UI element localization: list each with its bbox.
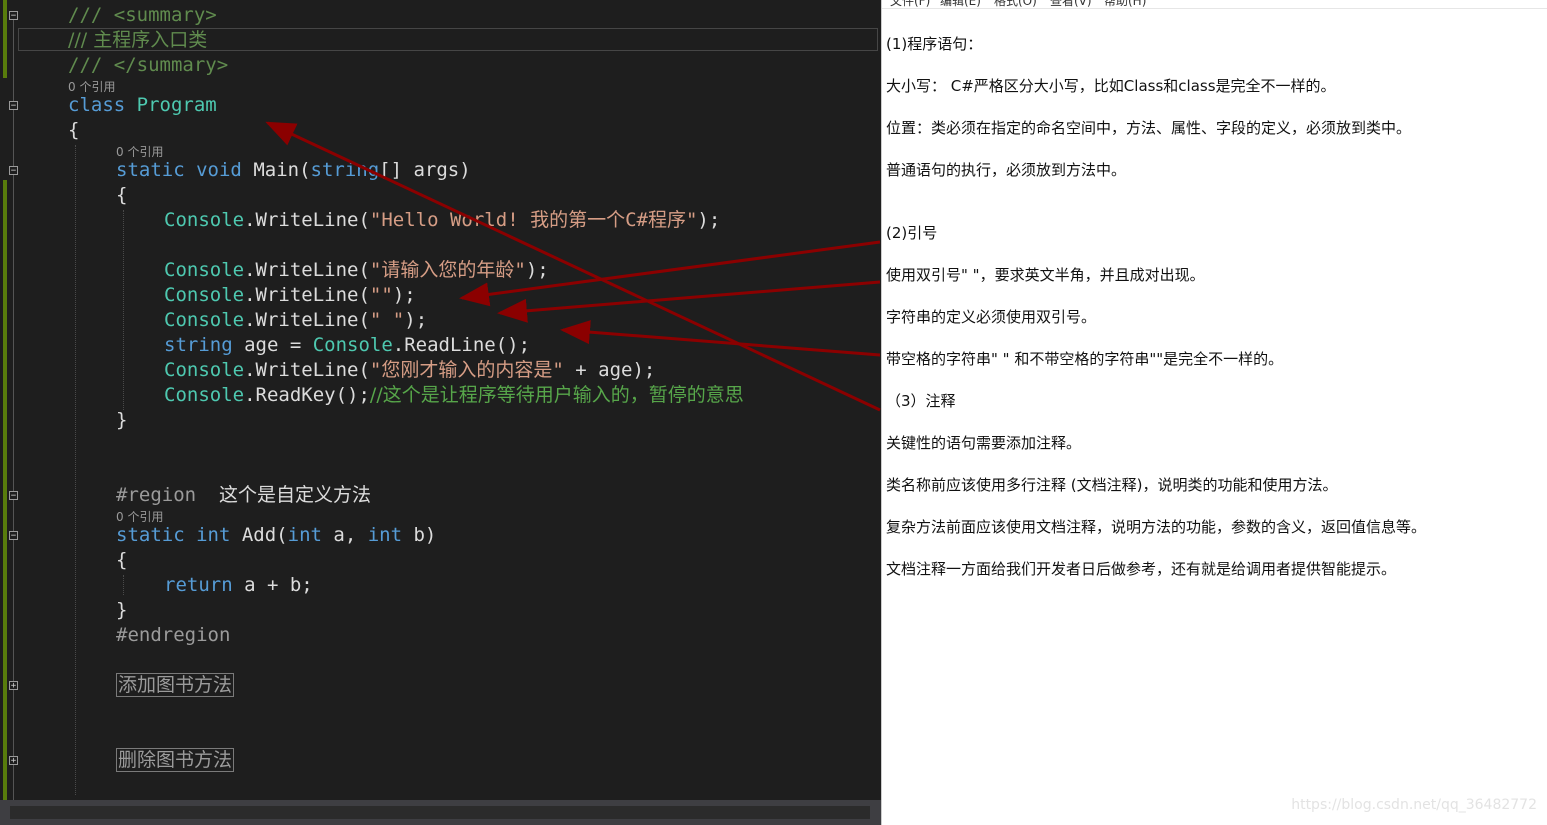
note-line: 普通语句的执行，必须放到方法中。	[886, 161, 1127, 179]
menu-view[interactable]: 查看(V)	[1050, 0, 1092, 9]
note-line: （3）注释	[886, 392, 956, 410]
note-line: 文档注释一方面给我们开发者日后做参考，还有就是给调用者提供智能提示。	[886, 560, 1397, 578]
add-brace-close: }	[116, 599, 128, 621]
arrow-to-readline-line	[560, 320, 881, 357]
note-line: (1)程序语句：	[886, 35, 983, 53]
notepad-window[interactable]: 文件(F) 编辑(E) 格式(O) 查看(V) 帮助(H) (1)程序语句： 大…	[881, 0, 1547, 825]
watermark: https://blog.csdn.net/qq_36482772	[1291, 797, 1537, 813]
note-line: 类名称前应该使用多行注释 (文档注释)，说明类的功能和使用方法。	[886, 476, 1338, 494]
menu-bar: 文件(F) 编辑(E) 格式(O) 查看(V) 帮助(H)	[882, 0, 1547, 9]
main-method-signature: static void Main(string[] args)	[116, 159, 471, 181]
doc-comment-summary-close: /// </summary>	[68, 54, 229, 76]
fold-collapse-icon[interactable]: −	[9, 166, 18, 176]
note-line: 位置：类必须在指定的命名空间中，方法、属性、字段的定义，必须放到类中。	[886, 119, 1412, 137]
change-indicator-bar	[3, 0, 7, 78]
annotation-arrows	[265, 121, 881, 412]
note-line: 带空格的字符串" " 和不带空格的字符串""是完全不一样的。	[886, 350, 1284, 368]
collapsed-region-delete-book[interactable]: 删除图书方法	[116, 748, 235, 773]
note-line: 关键性的语句需要添加注释。	[886, 434, 1082, 452]
indent-guide	[123, 210, 124, 410]
code-line-readline: string age = Console.ReadLine();	[164, 334, 531, 356]
note-line: (2)引号	[886, 224, 938, 242]
code-line-hello-world: Console.WriteLine("Hello World! 我的第一个C#程…	[164, 209, 721, 231]
fold-collapse-icon[interactable]: −	[9, 101, 18, 111]
scrollbar-thumb[interactable]	[10, 806, 870, 819]
indent-guide	[123, 575, 124, 595]
main-brace-close: }	[116, 409, 128, 431]
fold-expand-icon[interactable]: +	[9, 756, 18, 766]
add-brace-open: {	[116, 549, 128, 571]
region-directive: #region 这个是自定义方法	[116, 484, 371, 506]
note-line: 大小写： C#严格区分大小写，比如Class和class是完全不一样的。	[886, 77, 1336, 95]
change-indicator-bar	[3, 180, 7, 800]
code-line-space-string: Console.WriteLine(" ");	[164, 309, 428, 331]
note-line: 复杂方法前面应该使用文档注释，说明方法的功能，参数的含义，返回值信息等。	[886, 518, 1427, 536]
menu-format[interactable]: 格式(O)	[994, 0, 1037, 9]
note-line: 字符串的定义必须使用双引号。	[886, 308, 1097, 326]
doc-comment-summary-open: /// <summary>	[68, 4, 217, 26]
code-line-readkey: Console.ReadKey();//这个是让程序等待用户输入的，暂停的意思	[164, 384, 744, 406]
code-line-prompt-age: Console.WriteLine("请输入您的年龄");	[164, 259, 549, 281]
code-editor[interactable]: − − − − − + + /// <summary> /// 主程序入口类 /…	[0, 0, 881, 825]
return-statement: return a + b;	[164, 574, 313, 596]
collapsed-region-add-book[interactable]: 添加图书方法	[116, 673, 235, 698]
main-brace-open: {	[116, 184, 128, 206]
doc-comment-summary-text: /// 主程序入口类	[68, 29, 208, 51]
class-declaration: class Program	[68, 94, 217, 116]
code-line-empty-string: Console.WriteLine("");	[164, 284, 416, 306]
note-line: 使用双引号" "，要求英文半角，并且成对出现。	[886, 266, 1205, 284]
endregion-directive: #endregion	[116, 624, 231, 646]
fold-collapse-icon[interactable]: −	[9, 531, 18, 541]
arrow-to-space-string	[497, 280, 881, 323]
class-brace-open: {	[68, 119, 80, 141]
menu-edit[interactable]: 编辑(E)	[940, 0, 981, 9]
code-line-echo-age: Console.WriteLine("您刚才输入的内容是" + age);	[164, 359, 656, 381]
fold-collapse-icon[interactable]: −	[9, 491, 18, 501]
fold-expand-icon[interactable]: +	[9, 681, 18, 691]
menu-file[interactable]: 文件(F)	[890, 0, 930, 9]
horizontal-scrollbar[interactable]	[0, 800, 881, 825]
add-method-signature: static int Add(int a, int b)	[116, 524, 437, 546]
menu-help[interactable]: 帮助(H)	[1104, 0, 1146, 9]
indent-guide	[75, 145, 76, 795]
fold-collapse-icon[interactable]: −	[9, 11, 18, 21]
